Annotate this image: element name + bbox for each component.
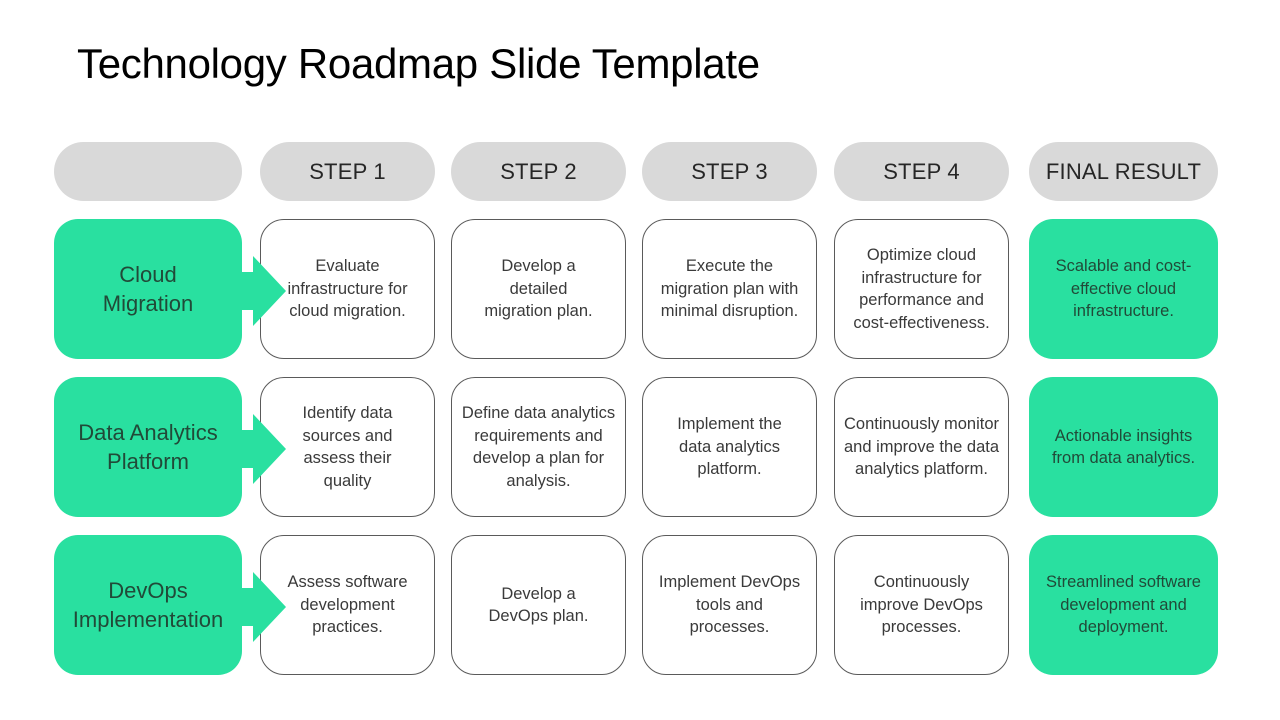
step-cell: Evaluate infrastructure for cloud migrat… — [260, 219, 435, 359]
result-text: Scalable and cost-effective cloud infras… — [1055, 257, 1192, 321]
step-text: Develop a detailed migration plan. — [484, 257, 593, 321]
step-text: Implement DevOps tools and processes. — [658, 573, 801, 637]
step-text: Execute the migration plan with minimal … — [660, 257, 799, 321]
step-text: Develop a DevOps plan. — [488, 584, 589, 626]
header-pill-step-4: STEP 4 — [834, 142, 1009, 201]
result-text: Actionable insights from data analytics. — [1051, 426, 1196, 468]
step-cell: Identify data sources and assess their q… — [260, 377, 435, 517]
category-label: Cloud Migration — [102, 262, 194, 316]
step-text: Implement the data analytics platform. — [677, 415, 782, 479]
step-text: Evaluate infrastructure for cloud migrat… — [287, 257, 408, 321]
step-cell: Implement DevOps tools and processes. — [642, 535, 817, 675]
header-pill-step-3: STEP 3 — [642, 142, 817, 201]
step-text: Optimize cloud infrastructure for perfor… — [853, 246, 990, 332]
step-cell: Execute the migration plan with minimal … — [642, 219, 817, 359]
final-result-cell: Streamlined software development and dep… — [1029, 535, 1218, 675]
result-text: Streamlined software development and dep… — [1046, 573, 1201, 637]
header-pill-step-1: STEP 1 — [260, 142, 435, 201]
category-label: Data Analytics Platform — [78, 420, 218, 474]
header-pill-step-2: STEP 2 — [451, 142, 626, 201]
header-pill-final-result: FINAL RESULT — [1029, 142, 1218, 201]
right-arrow-icon — [242, 256, 286, 326]
right-arrow-icon — [242, 414, 286, 484]
step-text: Assess software development practices. — [287, 573, 408, 637]
final-result-cell: Actionable insights from data analytics. — [1029, 377, 1218, 517]
step-cell: Continuously improve DevOps processes. — [834, 535, 1009, 675]
category-cloud-migration: Cloud Migration — [54, 219, 242, 359]
header-pill-blank — [54, 142, 242, 201]
step-cell: Implement the data analytics platform. — [642, 377, 817, 517]
step-cell: Develop a DevOps plan. — [451, 535, 626, 675]
step-cell: Assess software development practices. — [260, 535, 435, 675]
step-text: Continuously improve DevOps processes. — [860, 573, 983, 637]
slide-title: Technology Roadmap Slide Template — [77, 40, 760, 87]
step-cell: Continuously monitor and improve the dat… — [834, 377, 1009, 517]
category-data-analytics-platform: Data Analytics Platform — [54, 377, 242, 517]
category-label: DevOps Implementation — [72, 578, 224, 632]
category-devops-implementation: DevOps Implementation — [54, 535, 242, 675]
step-cell: Develop a detailed migration plan. — [451, 219, 626, 359]
step-text: Identify data sources and assess their q… — [302, 404, 393, 490]
step-text: Define data analytics requirements and d… — [461, 404, 616, 490]
step-cell: Define data analytics requirements and d… — [451, 377, 626, 517]
step-text: Continuously monitor and improve the dat… — [843, 415, 1000, 479]
final-result-cell: Scalable and cost-effective cloud infras… — [1029, 219, 1218, 359]
right-arrow-icon — [242, 572, 286, 642]
step-cell: Optimize cloud infrastructure for perfor… — [834, 219, 1009, 359]
